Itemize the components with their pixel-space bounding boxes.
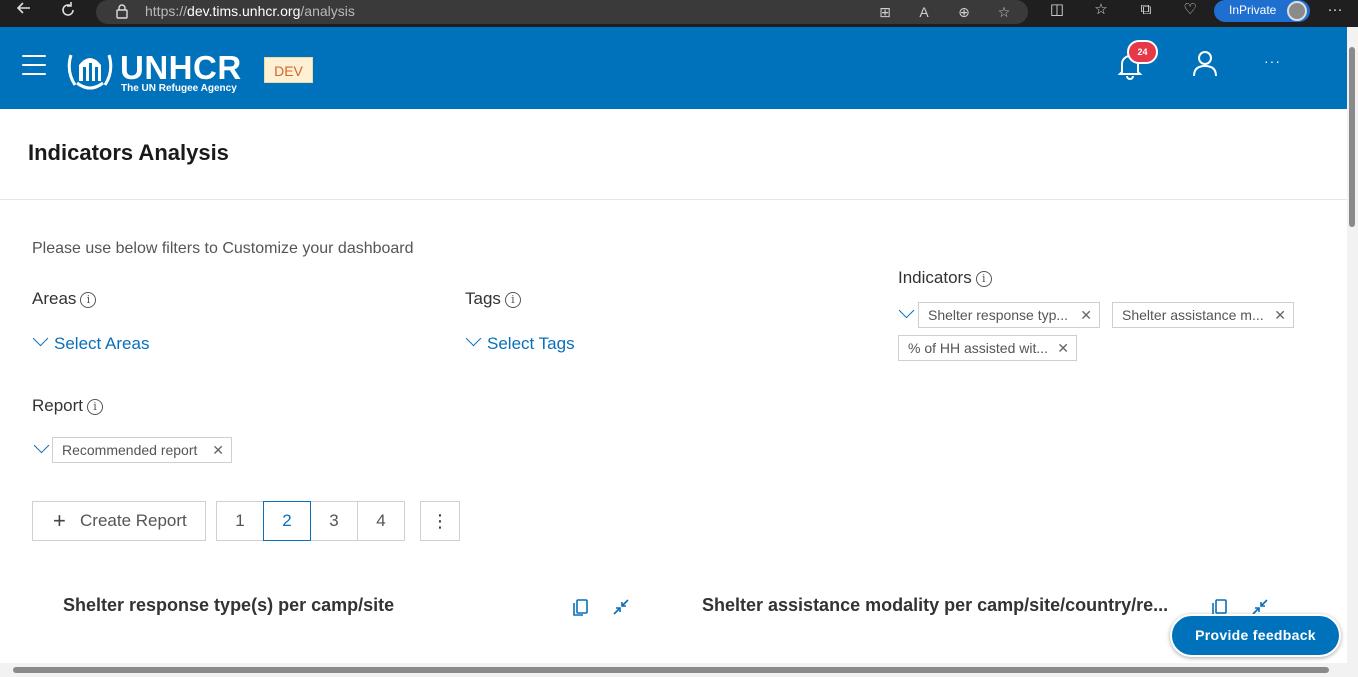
page-button-3[interactable]: 3 (310, 501, 358, 541)
app-header: UNHCR The UN Refugee Agency DEV 24 ··· (0, 27, 1347, 109)
indicator-chip[interactable]: Shelter response typ... ✕ (918, 302, 1100, 328)
refresh-icon[interactable] (56, 1, 80, 21)
select-tags-dropdown[interactable]: Select Tags (465, 330, 575, 354)
report-label: Report i (32, 396, 104, 416)
report-info-icon[interactable]: i (87, 399, 104, 415)
indicator-chip[interactable]: % of HH assisted wit... ✕ (898, 335, 1077, 361)
horizontal-scroll-thumb[interactable] (13, 667, 1329, 673)
user-profile-icon[interactable] (1192, 49, 1218, 79)
indicators-dropdown-chevron-icon[interactable] (898, 302, 915, 319)
indicators-label: Indicators i (898, 268, 992, 288)
remove-chip-icon[interactable]: ✕ (212, 438, 224, 462)
page-button-2[interactable]: 2 (263, 501, 311, 541)
report-chip[interactable]: Recommended report ✕ (52, 437, 232, 463)
favorite-star-icon[interactable]: ☆ (995, 3, 1013, 21)
report-options-kebab-icon[interactable]: ⋮ (420, 501, 460, 541)
indicator-chip[interactable]: Shelter assistance m... ✕ (1112, 302, 1294, 328)
favorites-icon[interactable]: ☆ (1090, 1, 1112, 21)
browser-menu-icon[interactable]: ··· (1324, 1, 1346, 21)
areas-label: Areas i (32, 289, 97, 309)
horizontal-scrollbar[interactable] (0, 663, 1347, 677)
card-title: Shelter assistance modality per camp/sit… (702, 595, 1169, 615)
filters-intro-text: Please use below filters to Customize yo… (32, 240, 414, 257)
split-screen-icon[interactable]: ◫ (1046, 1, 1068, 21)
collections-icon[interactable]: ⧉ (1135, 1, 1157, 21)
page-title: Indicators Analysis (28, 140, 229, 165)
inprivate-badge[interactable]: InPrivate (1214, 0, 1310, 22)
plus-icon: + (53, 508, 66, 533)
chevron-down-icon (465, 330, 482, 347)
remove-chip-icon[interactable]: ✕ (1274, 303, 1286, 327)
areas-info-icon[interactable]: i (80, 292, 97, 308)
tags-info-icon[interactable]: i (504, 292, 521, 308)
select-areas-dropdown[interactable]: Select Areas (32, 330, 149, 354)
logo-subtitle: The UN Refugee Agency (121, 83, 237, 94)
title-divider (0, 199, 1347, 200)
notification-count-badge: 24 (1127, 40, 1158, 64)
remove-chip-icon[interactable]: ✕ (1057, 336, 1069, 360)
browser-toolbar: https://dev.tims.unhcr.org/analysis ⊞ A … (0, 0, 1358, 27)
url-text: https://dev.tims.unhcr.org/analysis (145, 3, 355, 19)
environment-badge: DEV (264, 57, 313, 83)
vertical-scrollbar[interactable] (1347, 27, 1358, 677)
vertical-scroll-thumb[interactable] (1349, 47, 1355, 227)
indicators-info-icon[interactable]: i (975, 271, 992, 287)
copy-icon[interactable] (571, 597, 591, 617)
hamburger-menu-icon[interactable] (22, 55, 46, 75)
provide-feedback-button[interactable]: Provide feedback (1170, 614, 1341, 657)
report-pagination: 1 2 3 4 (216, 501, 405, 541)
report-dropdown-chevron-icon[interactable] (33, 437, 50, 454)
address-bar[interactable]: https://dev.tims.unhcr.org/analysis ⊞ A … (96, 0, 1028, 24)
page-button-1[interactable]: 1 (216, 501, 264, 541)
browser-essentials-icon[interactable]: ♡ (1179, 1, 1201, 21)
card-title: Shelter response type(s) per camp/site (63, 595, 395, 615)
collapse-icon[interactable] (611, 597, 631, 617)
tags-label: Tags i (465, 289, 521, 309)
read-aloud-icon[interactable]: A (915, 3, 933, 21)
profile-avatar (1287, 1, 1307, 21)
app-grid-icon[interactable]: ⊞ (876, 3, 894, 21)
page-button-4[interactable]: 4 (357, 501, 405, 541)
unhcr-emblem-logo (67, 54, 113, 90)
zoom-icon[interactable]: ⊕ (955, 3, 973, 21)
create-report-button[interactable]: + Create Report (32, 501, 206, 541)
remove-chip-icon[interactable]: ✕ (1080, 303, 1092, 327)
lock-icon (116, 4, 128, 19)
logo-text: UNHCR (120, 49, 242, 86)
back-icon[interactable] (12, 1, 36, 21)
chevron-down-icon (32, 330, 49, 347)
header-more-icon[interactable]: ··· (1264, 53, 1281, 69)
